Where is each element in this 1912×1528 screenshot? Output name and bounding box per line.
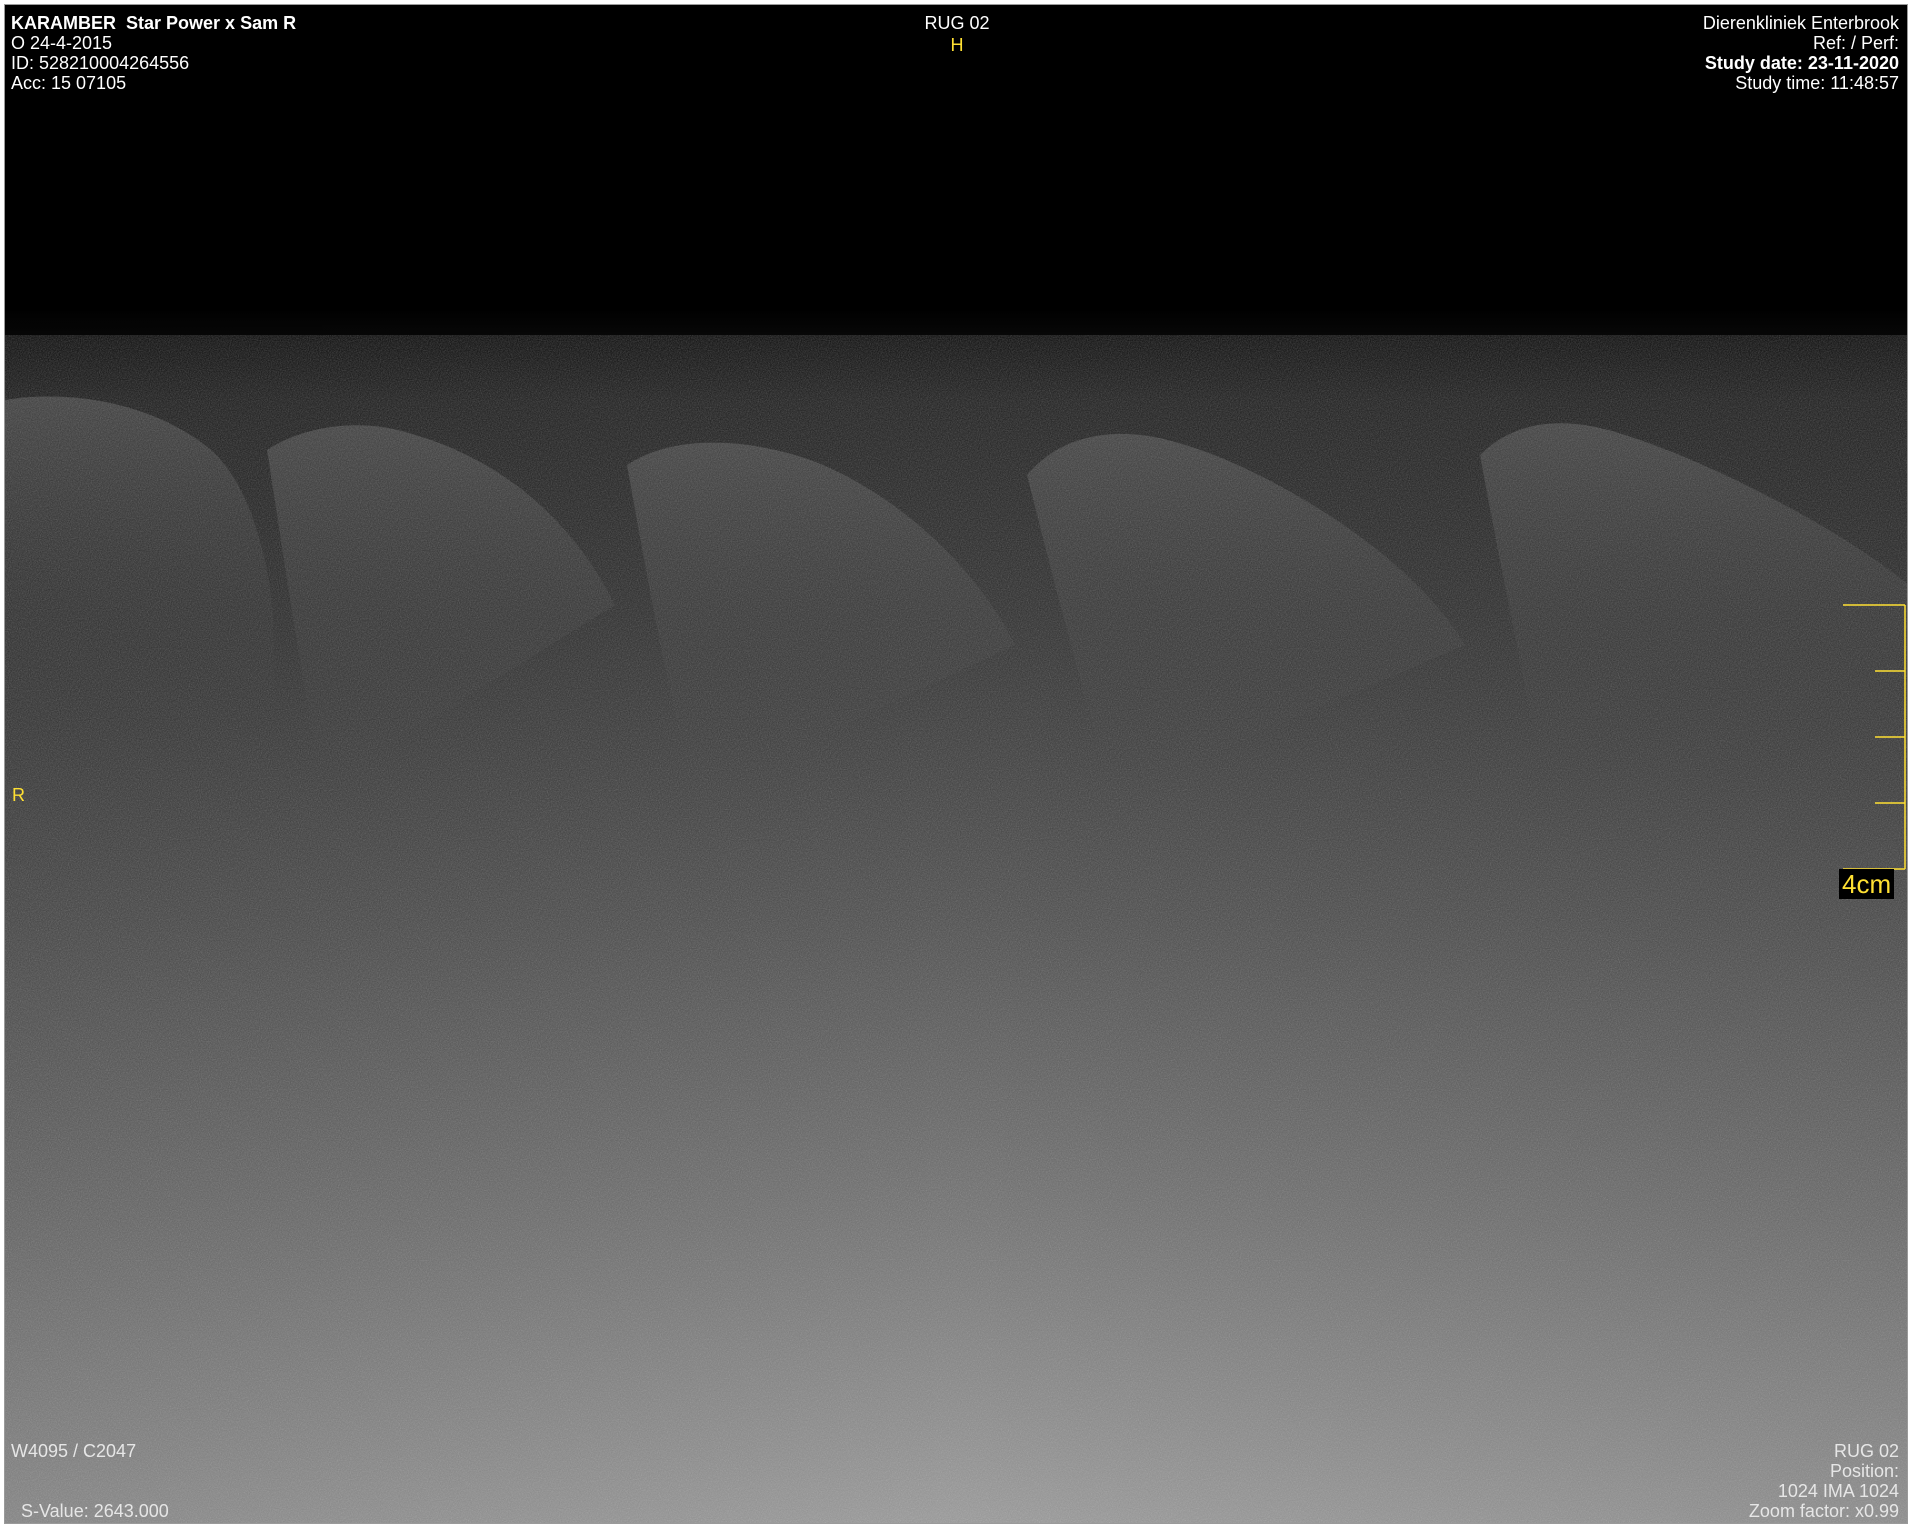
scale-label: 4cm (1839, 869, 1895, 899)
orientation-marker-top: H (950, 35, 964, 55)
series-label-bottom: RUG 02 (1833, 1441, 1899, 1461)
accession-number: Acc: 15 07105 (11, 73, 127, 93)
orientation-marker-left: R (12, 785, 25, 805)
window-level: W4095 / C2047 (11, 1441, 137, 1461)
series-label-top: RUG 02 (924, 13, 990, 33)
ref-perf: Ref: / Perf: (1812, 33, 1899, 53)
position-label: Position: (1829, 1461, 1899, 1481)
study-info: Dierenkliniek Enterbrook Ref: / Perf: St… (1703, 13, 1899, 93)
radiograph-image (5, 5, 1907, 1523)
image-info: RUG 02 Position: 1024 IMA 1024 Zoom fact… (1749, 1441, 1899, 1521)
image-viewport[interactable]: KARAMBER Star Power x Sam R O 24-4-2015 … (4, 4, 1908, 1524)
institution-name: Dierenkliniek Enterbrook (1702, 13, 1899, 33)
patient-id: ID: 528210004264556 (11, 53, 190, 73)
image-number: 1024 IMA 1024 (1777, 1481, 1899, 1501)
study-date: Study date: 23-11-2020 (1704, 53, 1899, 73)
s-value: S-Value: 2643.000 (21, 1501, 169, 1521)
study-time: Study time: 11:48:57 (1735, 73, 1899, 93)
zoom-factor: Zoom factor: x0.99 (1748, 1501, 1899, 1521)
